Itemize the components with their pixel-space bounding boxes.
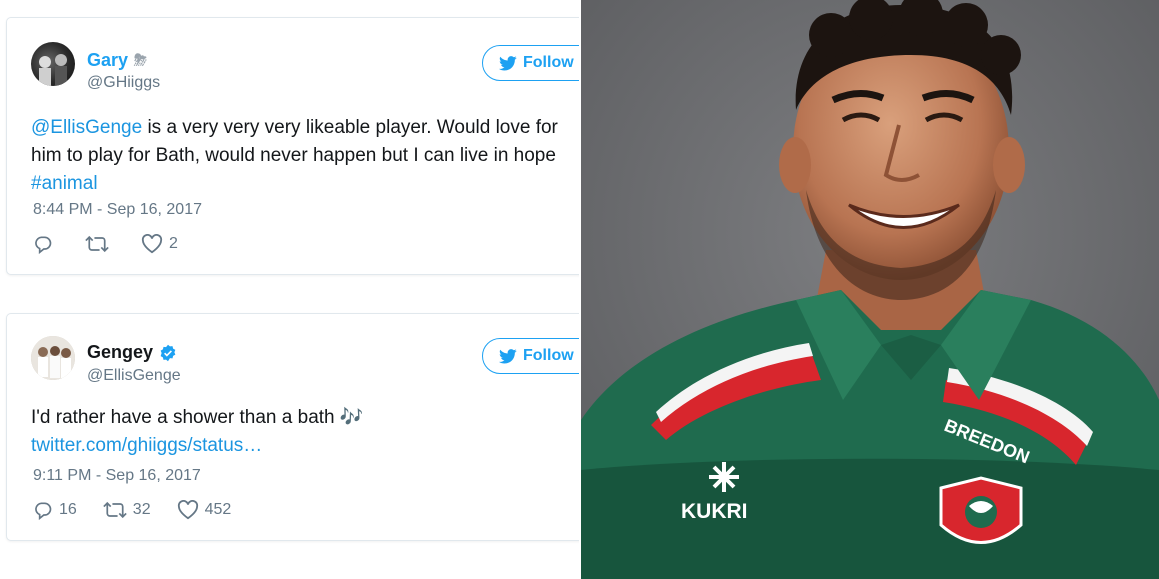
retweet-button[interactable]: 32 [103, 500, 151, 520]
avatar[interactable] [31, 336, 75, 380]
tweet-text-line1: I'd rather have a shower than a bath [31, 407, 335, 428]
tweet-timestamp[interactable]: 9:11 PM - Sep 16, 2017 [33, 467, 201, 485]
follow-label: Follow [523, 54, 574, 71]
player-photo: KUKRI BREEDON [581, 0, 1159, 579]
avatar[interactable] [31, 42, 75, 86]
weather-emoji-icon: ⛈ [134, 51, 147, 69]
tweet-timestamp[interactable]: 8:44 PM - Sep 16, 2017 [33, 201, 202, 219]
tweets-panel: Gary ⛈ @GHiiggs Follow @EllisGenge is a … [0, 0, 581, 579]
user-handle[interactable]: @EllisGenge [87, 367, 181, 385]
tweet-text: I'd rather have a shower than a bath 🎶 t… [31, 404, 581, 460]
tweet-text-line2: him to play for Bath, would never happen… [31, 145, 556, 166]
tweet-text: @EllisGenge is a very very very likeable… [31, 114, 581, 198]
tweet-card: Gary ⛈ @GHiiggs Follow @EllisGenge is a … [6, 17, 581, 275]
retweet-button[interactable] [85, 234, 115, 254]
verified-badge-icon [160, 344, 176, 361]
retweet-count: 32 [132, 501, 151, 518]
hashtag-link[interactable]: #animal [31, 173, 98, 194]
tigers-crest-icon [939, 476, 1023, 544]
heart-icon [141, 234, 163, 254]
display-name[interactable]: Gengey [87, 342, 177, 363]
heart-icon [177, 500, 198, 520]
kukri-text: KUKRI [681, 500, 748, 523]
retweet-icon [103, 501, 127, 519]
tweet-card: Gengey @EllisGenge Follow I'd rather hav… [6, 313, 581, 541]
retweet-icon [85, 235, 109, 253]
tweet-actions: 16 32 452 [33, 500, 257, 520]
reply-button[interactable]: 16 [33, 500, 77, 520]
like-button[interactable]: 2 [141, 234, 178, 254]
display-name[interactable]: Gary ⛈ [87, 50, 147, 71]
follow-label: Follow [523, 347, 574, 364]
twitter-bird-icon [499, 55, 517, 70]
display-name-text[interactable]: Gengey [87, 342, 153, 363]
reply-icon [35, 502, 52, 520]
reply-count: 16 [59, 501, 77, 518]
mention-link[interactable]: @EllisGenge [31, 117, 142, 138]
like-count: 2 [169, 235, 178, 252]
status-link[interactable]: twitter.com/ghiiggs/status… [31, 435, 262, 456]
reply-button[interactable] [33, 234, 59, 254]
user-handle[interactable]: @GHiiggs [87, 74, 160, 92]
like-button[interactable]: 452 [177, 500, 232, 520]
display-name-text[interactable]: Gary [87, 50, 128, 71]
like-count: 452 [204, 501, 232, 518]
follow-button[interactable]: Follow [482, 45, 581, 81]
tweet-actions: 2 [33, 234, 204, 254]
twitter-bird-icon [499, 348, 517, 363]
music-notes-emoji-icon: 🎶 [339, 407, 364, 428]
tweet-text-line1: is a very very very likeable player. Wou… [142, 117, 558, 138]
reply-icon [35, 236, 52, 254]
follow-button[interactable]: Follow [482, 338, 581, 374]
